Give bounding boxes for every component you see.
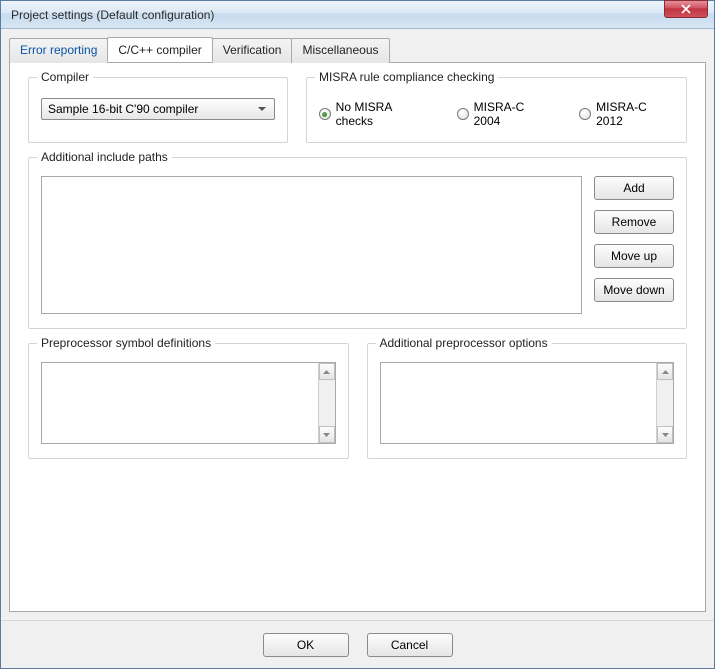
radio-no-misra[interactable]: No MISRA checks bbox=[319, 100, 429, 128]
compiler-group: Compiler Sample 16-bit C'90 compiler bbox=[28, 77, 288, 143]
close-button[interactable] bbox=[664, 0, 708, 18]
add-button[interactable]: Add bbox=[594, 176, 674, 200]
project-settings-dialog: Project settings (Default configuration)… bbox=[0, 0, 715, 669]
include-paths-group: Additional include paths Add Remove Move… bbox=[28, 157, 687, 329]
tab-miscellaneous[interactable]: Miscellaneous bbox=[291, 38, 389, 63]
radio-label: MISRA-C 2004 bbox=[474, 100, 552, 128]
preproc-defs-group: Preprocessor symbol definitions bbox=[28, 343, 349, 459]
move-down-button[interactable]: Move down bbox=[594, 278, 674, 302]
scrollbar[interactable] bbox=[318, 363, 335, 443]
preproc-defs-wrap bbox=[41, 362, 336, 444]
radio-misra-2004[interactable]: MISRA-C 2004 bbox=[457, 100, 552, 128]
compiler-select[interactable]: Sample 16-bit C'90 compiler bbox=[41, 98, 275, 120]
dialog-button-bar: OK Cancel bbox=[1, 620, 714, 668]
radio-misra-2012[interactable]: MISRA-C 2012 bbox=[579, 100, 674, 128]
preproc-defs-input[interactable] bbox=[42, 363, 318, 443]
radio-label: MISRA-C 2012 bbox=[596, 100, 674, 128]
tab-verification[interactable]: Verification bbox=[212, 38, 293, 63]
include-paths-legend: Additional include paths bbox=[37, 150, 172, 164]
tab-error-reporting[interactable]: Error reporting bbox=[9, 38, 108, 63]
dialog-content: Error reporting C/C++ compiler Verificat… bbox=[1, 29, 714, 620]
scroll-down-icon[interactable] bbox=[319, 426, 335, 443]
misra-radio-row: No MISRA checks MISRA-C 2004 MISRA-C 201… bbox=[319, 100, 674, 128]
close-icon bbox=[681, 4, 691, 14]
window-title: Project settings (Default configuration) bbox=[11, 8, 708, 22]
top-row: Compiler Sample 16-bit C'90 compiler MIS… bbox=[28, 77, 687, 143]
radio-label: No MISRA checks bbox=[336, 100, 429, 128]
scroll-up-icon[interactable] bbox=[319, 363, 335, 380]
scrollbar[interactable] bbox=[656, 363, 673, 443]
misra-group: MISRA rule compliance checking No MISRA … bbox=[306, 77, 687, 143]
preproc-defs-legend: Preprocessor symbol definitions bbox=[37, 336, 215, 350]
tab-cpp-compiler[interactable]: C/C++ compiler bbox=[107, 37, 212, 62]
titlebar: Project settings (Default configuration) bbox=[1, 1, 714, 29]
preproc-opts-group: Additional preprocessor options bbox=[367, 343, 688, 459]
spacer bbox=[28, 473, 687, 597]
preproc-row: Preprocessor symbol definitions Addition… bbox=[28, 343, 687, 459]
include-paths-list[interactable] bbox=[41, 176, 582, 314]
move-up-button[interactable]: Move up bbox=[594, 244, 674, 268]
radio-icon bbox=[579, 108, 591, 120]
tab-panel-cpp-compiler: Compiler Sample 16-bit C'90 compiler MIS… bbox=[9, 62, 706, 612]
cancel-button[interactable]: Cancel bbox=[367, 633, 453, 657]
preproc-opts-legend: Additional preprocessor options bbox=[376, 336, 552, 350]
preproc-opts-wrap bbox=[380, 362, 675, 444]
ok-button[interactable]: OK bbox=[263, 633, 349, 657]
scroll-down-icon[interactable] bbox=[657, 426, 673, 443]
include-paths-body: Add Remove Move up Move down bbox=[41, 176, 674, 314]
compiler-select-value: Sample 16-bit C'90 compiler bbox=[48, 102, 198, 116]
radio-icon bbox=[457, 108, 469, 120]
remove-button[interactable]: Remove bbox=[594, 210, 674, 234]
scroll-up-icon[interactable] bbox=[657, 363, 673, 380]
preproc-opts-input[interactable] bbox=[381, 363, 657, 443]
radio-icon bbox=[319, 108, 331, 120]
misra-legend: MISRA rule compliance checking bbox=[315, 70, 498, 84]
tab-strip: Error reporting C/C++ compiler Verificat… bbox=[9, 37, 706, 62]
include-paths-buttons: Add Remove Move up Move down bbox=[594, 176, 674, 314]
chevron-down-icon bbox=[254, 101, 270, 117]
compiler-legend: Compiler bbox=[37, 70, 93, 84]
